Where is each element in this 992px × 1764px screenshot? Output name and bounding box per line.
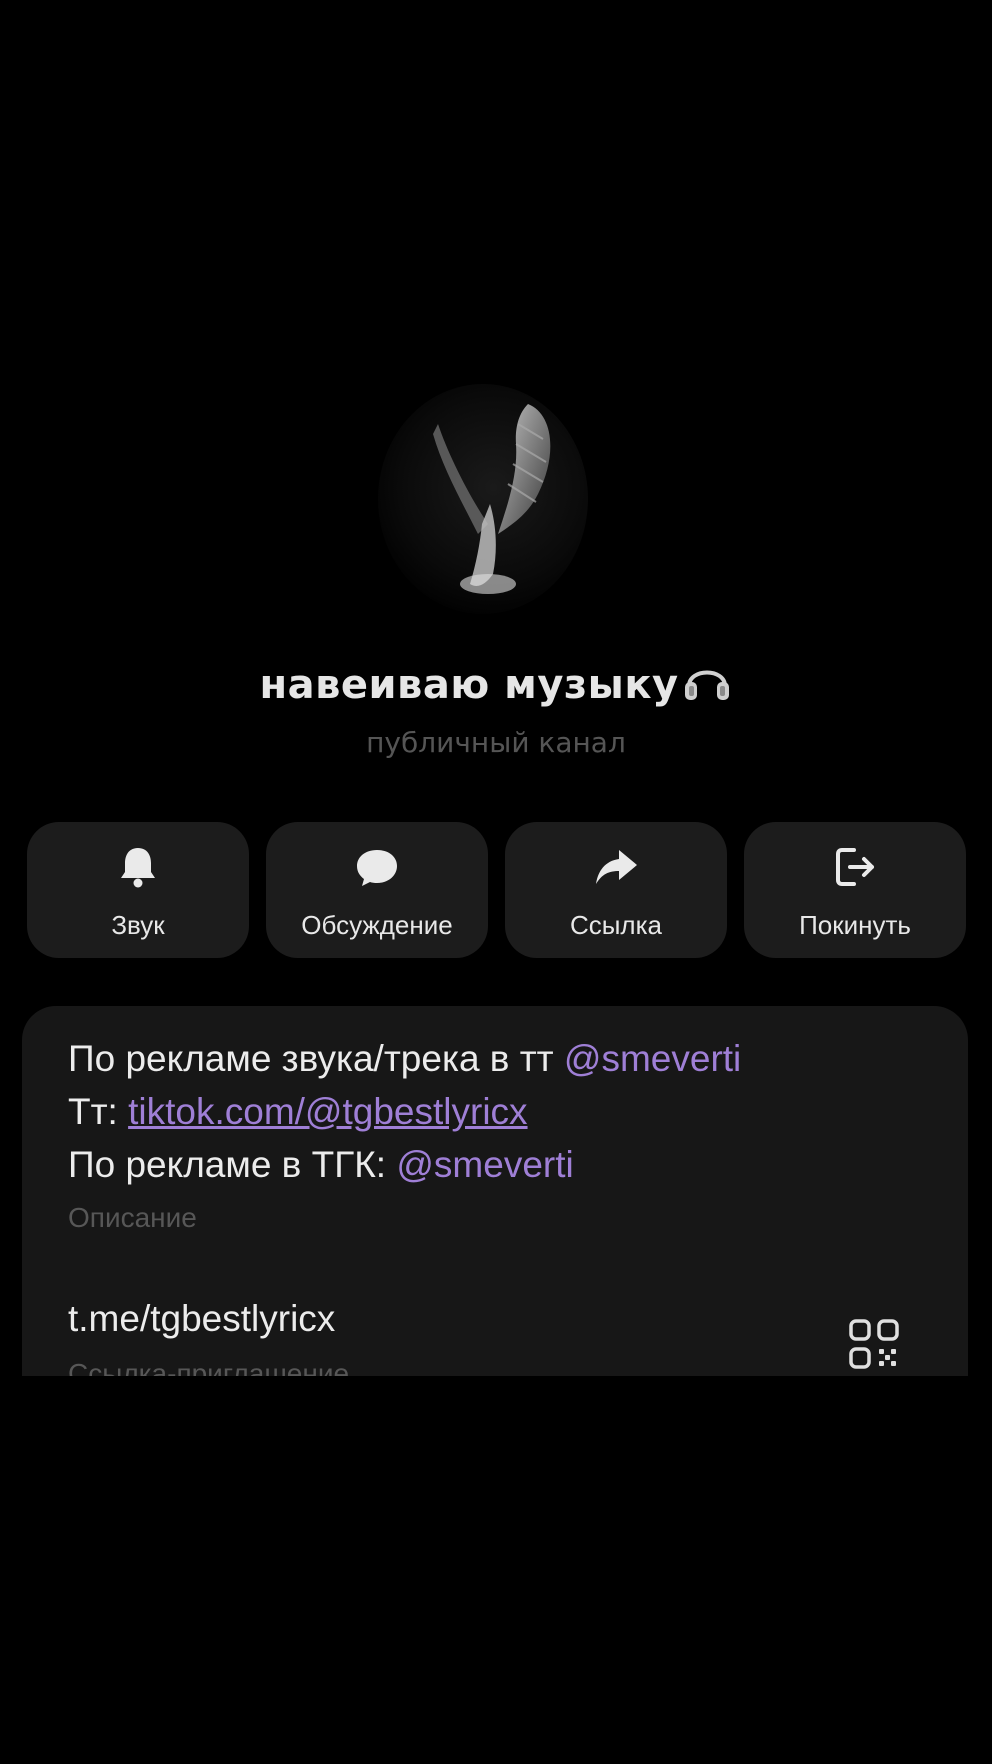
channel-description: По рекламе звука/трека в тт @smeverti Тт… bbox=[68, 1032, 928, 1191]
action-bar: Звук Обсуждение Ссылка Покинуть bbox=[27, 822, 967, 962]
description-line-1: По рекламе звука/трека в тт @smeverti bbox=[68, 1032, 928, 1085]
share-arrow-icon bbox=[505, 844, 727, 894]
description-line-2: Тт: tiktok.com/@tgbestlyricx bbox=[68, 1085, 928, 1138]
leave-icon bbox=[744, 844, 966, 894]
description-line-3: По рекламе в ТГК: @smeverti bbox=[68, 1138, 928, 1191]
invite-link-caption: Ссылка-приглашение bbox=[68, 1358, 350, 1376]
mention-link[interactable]: @smeverti bbox=[564, 1038, 741, 1079]
channel-type: публичный канал bbox=[366, 726, 626, 759]
channel-info-card: По рекламе звука/трека в тт @smeverti Тт… bbox=[22, 1006, 968, 1376]
description-caption: Описание bbox=[68, 1202, 197, 1233]
leave-button[interactable]: Покинуть bbox=[744, 822, 966, 958]
description-text: По рекламе звука/трека в тт bbox=[68, 1038, 564, 1079]
tiktok-link[interactable]: tiktok.com/@tgbestlyricx bbox=[128, 1091, 527, 1132]
sound-button[interactable]: Звук bbox=[27, 822, 249, 958]
invite-link[interactable]: t.me/tgbestlyricx bbox=[68, 1298, 335, 1340]
discussion-button[interactable]: Обсуждение bbox=[266, 822, 488, 958]
discussion-label: Обсуждение bbox=[301, 910, 453, 940]
channel-name: навеиваю музыку bbox=[259, 662, 679, 708]
mention-link[interactable]: @smeverti bbox=[396, 1144, 573, 1185]
chat-bubble-icon bbox=[266, 844, 488, 894]
link-button[interactable]: Ссылка bbox=[505, 822, 727, 958]
description-text: Тт: bbox=[68, 1091, 129, 1132]
leave-label: Покинуть bbox=[799, 910, 911, 940]
link-label: Ссылка bbox=[569, 910, 663, 940]
qr-code-icon[interactable] bbox=[848, 1318, 900, 1370]
channel-title: навеиваю музыку bbox=[0, 656, 992, 708]
headphones-icon bbox=[681, 656, 733, 704]
bell-icon bbox=[27, 844, 249, 894]
channel-avatar[interactable] bbox=[378, 384, 588, 614]
sound-label: Звук bbox=[111, 910, 165, 940]
description-text: По рекламе в ТГК: bbox=[68, 1144, 397, 1185]
angel-image bbox=[433, 404, 551, 594]
